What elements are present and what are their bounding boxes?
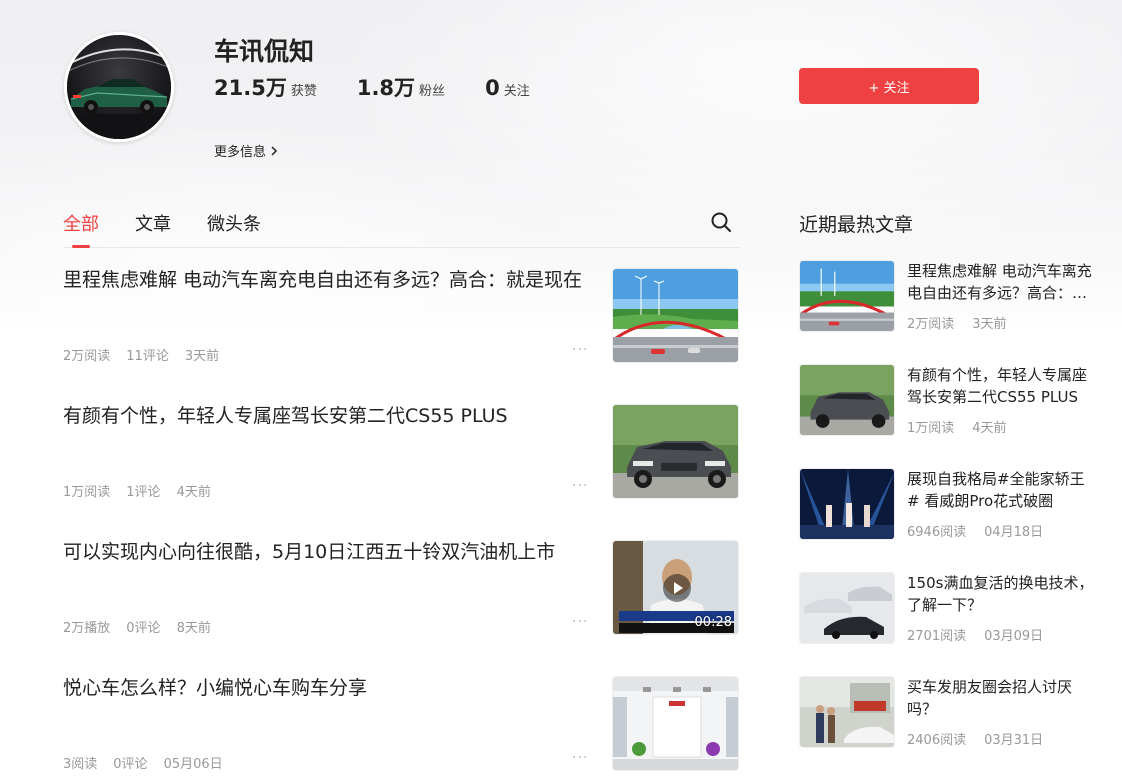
feed-item[interactable]: 悦心车怎么样？小编悦心车购车分享 3阅读 0评论 05月06日 ··· [63, 674, 740, 778]
hot-article-thumbnail[interactable] [799, 468, 895, 540]
feed-item-meta: 3阅读 0评论 05月06日 [63, 753, 239, 772]
stat-fans-count: 1.8万 [356, 76, 416, 100]
feed-item-title[interactable]: 有颜有个性，年轻人专属座驾长安第二代CS55 PLUS [63, 402, 595, 430]
bridge-thumbnail-image [613, 269, 738, 362]
comment-count[interactable]: 0评论 [126, 617, 160, 636]
feed-item-meta: 2万播放 0评论 8天前 [63, 617, 227, 636]
publish-time: 3天前 [972, 317, 1007, 332]
active-tab-indicator [72, 245, 90, 248]
publish-time: 03月09日 [984, 629, 1044, 644]
feed-item-thumbnail[interactable] [612, 268, 739, 363]
feed-item[interactable]: 可以实现内心向往很酷，5月10日江西五十铃双汽油机上市 2万播放 0评论 8天前… [63, 538, 740, 674]
feed-item-thumbnail[interactable] [612, 676, 739, 771]
profile-name: 车讯侃知 [214, 37, 315, 66]
cars-thumbnail-image [800, 573, 894, 643]
play-icon[interactable] [662, 573, 692, 603]
read-count: 1万阅读 [63, 485, 111, 500]
hot-article-item[interactable]: 展现自我格局#全能家轿王# 看威朗Pro花式破圈 6946阅读 04月18日 [799, 468, 1099, 572]
comment-count[interactable]: 1评论 [126, 481, 160, 500]
stat-following-label: 关注 [503, 84, 530, 99]
hot-article-title[interactable]: 有颜有个性，年轻人专属座驾长安第二代CS55 PLUS [907, 364, 1097, 408]
sports-car-avatar-image [67, 35, 171, 139]
feed-item-title[interactable]: 里程焦虑难解 电动汽车离充电自由还有多远？高合：就是现在 [63, 266, 595, 294]
stat-following-count: 0 [485, 76, 500, 100]
read-count: 2万阅读 [63, 349, 111, 364]
play-count: 2万播放 [63, 621, 111, 636]
more-options-icon[interactable]: ··· [572, 750, 588, 766]
hot-article-meta: 6946阅读 04月18日 [907, 521, 1061, 540]
publish-time: 4天前 [972, 421, 1007, 436]
hot-article-thumbnail[interactable] [799, 676, 895, 748]
content-tabs: 全部 文章 微头条 [63, 208, 740, 248]
read-count: 6946阅读 [907, 525, 967, 540]
stat-fans[interactable]: 1.8万 粉丝 [357, 72, 445, 102]
stat-fans-label: 粉丝 [419, 84, 446, 99]
hot-article-title[interactable]: 里程焦虑难解 电动汽车离充电自由还有多远？高合：就是现在 [907, 260, 1097, 304]
comment-count[interactable]: 0评论 [113, 753, 147, 772]
tab-all[interactable]: 全部 [63, 210, 99, 236]
hot-article-meta: 1万阅读 4天前 [907, 417, 1025, 436]
publish-time: 05月06日 [163, 757, 223, 772]
more-info-label: 更多信息 [214, 145, 267, 160]
suv-thumbnail-image [613, 405, 738, 498]
hot-article-meta: 2万阅读 3天前 [907, 313, 1025, 332]
feed-item[interactable]: 有颜有个性，年轻人专属座驾长安第二代CS55 PLUS 1万阅读 1评论 4天前… [63, 402, 740, 538]
feed-item-meta: 1万阅读 1评论 4天前 [63, 481, 227, 500]
hot-articles-list: 里程焦虑难解 电动汽车离充电自由还有多远？高合：就是现在 2万阅读 3天前 有颜… [799, 260, 1099, 778]
feed-item-title[interactable]: 可以实现内心向往很酷，5月10日江西五十铃双汽油机上市 [63, 538, 595, 566]
hot-article-meta: 2701阅读 03月09日 [907, 625, 1061, 644]
read-count: 3阅读 [63, 757, 98, 772]
search-icon[interactable] [709, 210, 733, 234]
stat-likes: 21.5万 获赞 [214, 72, 317, 102]
article-feed: 里程焦虑难解 电动汽车离充电自由还有多远？高合：就是现在 2万阅读 11评论 3… [63, 266, 740, 778]
street-thumbnail-image [800, 677, 894, 747]
follow-button[interactable]: + 关注 [799, 68, 979, 104]
read-count: 1万阅读 [907, 421, 955, 436]
avatar[interactable] [64, 32, 174, 142]
video-duration: 00:28 [694, 615, 732, 630]
hot-article-item[interactable]: 有颜有个性，年轻人专属座驾长安第二代CS55 PLUS 1万阅读 4天前 [799, 364, 1099, 468]
hot-article-thumbnail[interactable] [799, 364, 895, 436]
publish-time: 8天前 [176, 621, 211, 636]
stat-following[interactable]: 0 关注 [485, 76, 530, 100]
more-info-link[interactable]: 更多信息 [214, 141, 278, 160]
suv-thumbnail-image [800, 365, 894, 435]
hot-article-title[interactable]: 150s满血复活的换电技术，了解一下？ [907, 572, 1097, 616]
hot-articles-title: 近期最热文章 [799, 214, 914, 236]
showroom-thumbnail-image [613, 677, 738, 770]
tab-micro-posts[interactable]: 微头条 [207, 210, 261, 236]
publish-time: 4天前 [176, 485, 211, 500]
tab-articles[interactable]: 文章 [135, 210, 171, 236]
read-count: 2万阅读 [907, 317, 955, 332]
stage-thumbnail-image [800, 469, 894, 539]
publish-time: 03月31日 [984, 733, 1044, 748]
read-count: 2406阅读 [907, 733, 967, 748]
feed-item-meta: 2万阅读 11评论 3天前 [63, 345, 235, 364]
hot-article-item[interactable]: 买车发朋友圈会招人讨厌吗？ 2406阅读 03月31日 [799, 676, 1099, 778]
hot-article-title[interactable]: 买车发朋友圈会招人讨厌吗？ [907, 676, 1097, 720]
more-options-icon[interactable]: ··· [572, 478, 588, 494]
more-options-icon[interactable]: ··· [572, 342, 588, 358]
hot-article-meta: 2406阅读 03月31日 [907, 729, 1061, 748]
hot-article-thumbnail[interactable] [799, 260, 895, 332]
hot-article-item[interactable]: 150s满血复活的换电技术，了解一下？ 2701阅读 03月09日 [799, 572, 1099, 676]
feed-item-thumbnail[interactable] [612, 404, 739, 499]
publish-time: 04月18日 [984, 525, 1044, 540]
bridge-thumbnail-image [800, 261, 894, 331]
hot-article-item[interactable]: 里程焦虑难解 电动汽车离充电自由还有多远？高合：就是现在 2万阅读 3天前 [799, 260, 1099, 364]
stat-likes-count: 21.5万 [214, 76, 287, 100]
publish-time: 3天前 [184, 349, 220, 364]
read-count: 2701阅读 [907, 629, 967, 644]
chevron-right-icon [271, 145, 278, 156]
profile-stats: 21.5万 获赞 1.8万 粉丝 0 关注 [214, 72, 570, 102]
more-options-icon[interactable]: ··· [572, 614, 588, 630]
hot-article-thumbnail[interactable] [799, 572, 895, 644]
stat-likes-label: 获赞 [290, 84, 317, 99]
hot-article-title[interactable]: 展现自我格局#全能家轿王# 看威朗Pro花式破圈 [907, 468, 1097, 512]
comment-count[interactable]: 11评论 [126, 345, 169, 364]
feed-item[interactable]: 里程焦虑难解 电动汽车离充电自由还有多远？高合：就是现在 2万阅读 11评论 3… [63, 266, 740, 402]
feed-item-video-thumbnail[interactable]: 00:28 [612, 540, 739, 635]
feed-item-title[interactable]: 悦心车怎么样？小编悦心车购车分享 [63, 674, 595, 702]
